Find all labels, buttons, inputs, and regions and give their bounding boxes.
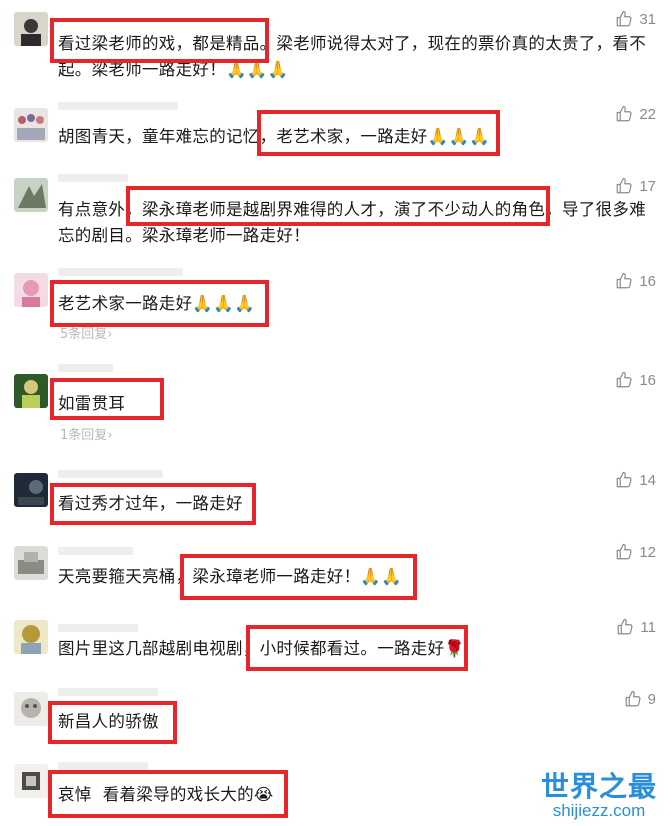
thumbs-up-icon: [616, 177, 632, 194]
comment-item: 17 有点意外，梁永璋老师是越剧界难得的人才，演了不少动人的角色，导了很多难忘的…: [0, 170, 672, 265]
nickname-placeholder: [58, 364, 113, 372]
comment-item: 31 看过梁老师的戏，都是精品。梁老师说得太对了，现在的票价真的太贵了，看不起。…: [0, 0, 672, 100]
nickname-placeholder: [58, 688, 158, 696]
nickname-placeholder: [58, 547, 133, 555]
like-count: 14: [639, 471, 656, 489]
like-button[interactable]: 11: [616, 618, 656, 636]
like-count: 16: [639, 272, 656, 290]
avatar[interactable]: [14, 620, 48, 654]
thumbs-up-icon: [616, 471, 632, 488]
like-button[interactable]: 17: [615, 177, 656, 195]
like-button[interactable]: 12: [615, 543, 656, 561]
avatar[interactable]: [14, 692, 48, 726]
avatar[interactable]: [14, 108, 48, 142]
comment-item: 11 图片里这几部越剧电视剧，小时候都看过。一路走好🌹: [0, 618, 672, 686]
comment-item: 14 看过秀才过年，一路走好: [0, 458, 672, 543]
like-button[interactable]: 22: [615, 105, 656, 123]
avatar[interactable]: [14, 273, 48, 307]
reply-count-link[interactable]: 1条回复›: [60, 424, 112, 443]
thumbs-up-icon: [616, 272, 632, 289]
comment-text: 胡图青天，童年难忘的记忆，老艺术家，一路走好🙏🙏🙏: [58, 127, 491, 146]
like-button[interactable]: 9: [624, 690, 656, 708]
like-button[interactable]: 16: [615, 272, 656, 290]
comment-text: 如雷贯耳: [58, 394, 126, 413]
watermark-url: shijiezz.com: [552, 801, 646, 820]
thumbs-up-icon: [618, 618, 633, 635]
thumbs-up-icon: [616, 543, 632, 560]
comment-text: 有点意外，梁永璋老师是越剧界难得的人才，演了不少动人的角色，导了很多难忘的剧目。…: [58, 200, 646, 245]
nickname-placeholder: [58, 102, 178, 110]
comment-item: 9 新昌人的骄傲: [0, 686, 672, 758]
nickname-placeholder: [58, 470, 163, 478]
like-count: 11: [640, 618, 656, 636]
like-button[interactable]: 16: [615, 371, 656, 389]
like-count: 22: [639, 105, 656, 123]
reply-count-link[interactable]: 5条回复›: [60, 323, 112, 342]
nickname-placeholder: [58, 268, 183, 276]
thumbs-up-icon: [616, 10, 632, 27]
avatar[interactable]: [14, 178, 48, 212]
comment-text: 老艺术家一路走好🙏🙏🙏: [58, 294, 255, 313]
comment-text: 图片里这几部越剧电视剧，小时候都看过。一路走好🌹: [58, 639, 466, 658]
watermark-title: 世界之最: [540, 770, 657, 803]
comment-item: 12 天亮要箍天亮桶，梁永璋老师一路走好！🙏🙏: [0, 543, 672, 618]
comment-item: 22 胡图青天，童年难忘的记忆，老艺术家，一路走好🙏🙏🙏: [0, 100, 672, 170]
thumbs-up-icon: [625, 690, 641, 707]
thumbs-up-icon: [616, 105, 632, 122]
like-button[interactable]: 31: [615, 10, 656, 28]
like-count: 9: [647, 690, 656, 708]
comment-text: 看过梁老师的戏，都是精品。梁老师说得太对了，现在的票价真的太贵了，看不起。梁老师…: [58, 34, 646, 79]
like-count: 17: [639, 177, 656, 195]
watermark-logo: 世界之最 shijiezz.com: [534, 772, 664, 820]
like-count: 12: [639, 543, 656, 561]
comment-text: 看过秀才过年，一路走好: [58, 494, 243, 513]
nickname-placeholder: [58, 174, 128, 182]
like-count: 16: [639, 371, 656, 389]
avatar[interactable]: [14, 374, 48, 408]
avatar[interactable]: [14, 764, 48, 798]
thumbs-up-icon: [616, 371, 632, 388]
comment-text: 新昌人的骄傲: [58, 712, 159, 731]
comment-text: 天亮要箍天亮桶，梁永璋老师一路走好！🙏🙏: [58, 567, 403, 586]
avatar[interactable]: [14, 546, 48, 580]
like-button[interactable]: 14: [615, 471, 656, 489]
comment-item: 16 如雷贯耳 1条回复›: [0, 358, 672, 458]
nickname-placeholder: [58, 624, 138, 632]
comment-item: 16 老艺术家一路走好🙏🙏🙏 5条回复›: [0, 265, 672, 358]
avatar[interactable]: [14, 12, 48, 46]
like-count: 31: [639, 10, 656, 28]
nickname-placeholder: [58, 762, 148, 770]
avatar[interactable]: [14, 473, 48, 507]
